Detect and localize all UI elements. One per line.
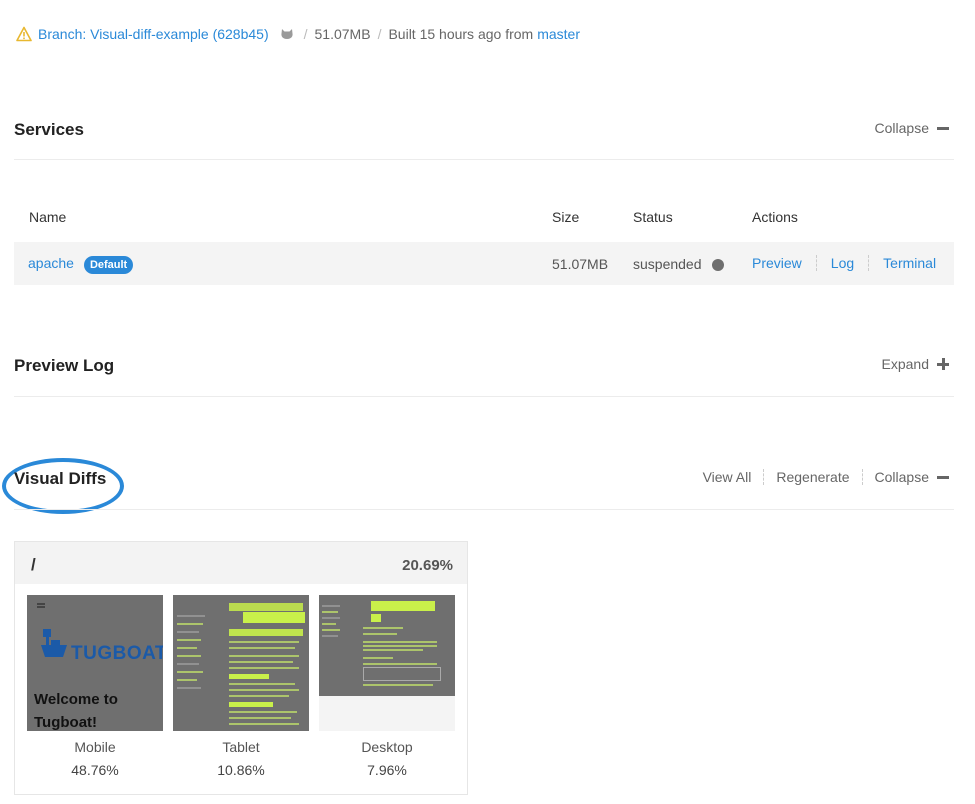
action-separator: [815, 255, 817, 271]
diff-highlight: [243, 612, 305, 623]
services-collapse-button[interactable]: Collapse: [875, 120, 949, 136]
collapse-label: Collapse: [874, 120, 929, 136]
tablet-sidebar: [175, 601, 209, 727]
services-title: Services: [14, 120, 84, 139]
diff-highlight: [229, 629, 303, 636]
built-branch-link[interactable]: master: [537, 26, 580, 42]
card-header: [15, 542, 467, 584]
minus-icon: [937, 126, 949, 130]
service-size: 51.07MB: [552, 256, 609, 272]
action-separator: [868, 255, 870, 271]
meta-separator: /: [377, 26, 382, 42]
service-status: suspended: [633, 256, 702, 272]
mobile-percentage: 48.76%: [71, 762, 119, 778]
divider: [14, 509, 954, 510]
view-all-button[interactable]: View All: [703, 469, 752, 485]
built-text: Built 15 hours ago from: [388, 26, 534, 42]
service-actions: Preview Log Terminal: [752, 255, 936, 271]
status-dot-icon: [711, 259, 724, 272]
log-action-link[interactable]: Log: [831, 255, 854, 271]
service-status-cell: suspended: [633, 256, 724, 272]
tablet-percentage: 10.86%: [217, 762, 265, 778]
diff-total-percentage: 20.69%: [402, 557, 453, 574]
regenerate-button[interactable]: Regenerate: [776, 469, 849, 485]
service-name-cell: apache Default: [28, 255, 134, 274]
diff-highlight: [229, 603, 303, 611]
plus-icon: [937, 358, 949, 370]
default-badge: Default: [83, 256, 134, 274]
preview-log-title: Preview Log: [14, 356, 115, 375]
column-header-status: Status: [633, 209, 673, 225]
diff-highlight: [371, 601, 435, 611]
desktop-thumbnail-padding: [319, 696, 455, 731]
diff-highlight: [229, 702, 273, 707]
desktop-percentage: 7.96%: [367, 762, 407, 778]
divider: [14, 159, 954, 160]
column-header-actions: Actions: [752, 209, 798, 225]
tablet-label: Tablet: [222, 739, 260, 755]
mobile-label: Mobile: [74, 739, 116, 755]
build-meta-bar: Branch: Visual-diff-example (628b45) / 5…: [16, 24, 580, 44]
code-block: [363, 667, 441, 681]
visual-diffs-title: Visual Diffs: [14, 469, 107, 488]
control-separator: [763, 469, 765, 485]
visual-diffs-controls: View All Regenerate Collapse: [703, 469, 949, 485]
diff-highlight: [229, 674, 269, 679]
logo-text: TUGBOAT: [71, 643, 163, 664]
divider: [14, 396, 954, 397]
desktop-diff-thumbnail[interactable]: [319, 595, 455, 696]
service-name-link[interactable]: apache: [28, 255, 74, 271]
preview-action-link[interactable]: Preview: [752, 255, 802, 271]
visual-diff-card[interactable]: / 20.69% TUGBOAT Welcome to Tugboat! Mob…: [14, 541, 468, 795]
branch-link[interactable]: Branch: Visual-diff-example (628b45): [38, 26, 269, 42]
preview-log-expand-button[interactable]: Expand: [882, 356, 949, 372]
diff-highlight: [371, 614, 381, 622]
minus-icon: [937, 475, 949, 479]
tablet-diff-thumbnail[interactable]: [173, 595, 309, 731]
expand-label: Expand: [881, 356, 929, 372]
build-size: 51.07MB: [314, 26, 371, 42]
mobile-diff-thumbnail[interactable]: TUGBOAT Welcome to Tugboat!: [27, 595, 163, 731]
meta-separator: /: [303, 26, 308, 42]
diff-path: /: [31, 555, 36, 574]
terminal-action-link[interactable]: Terminal: [883, 255, 936, 271]
visual-diffs-collapse-button[interactable]: Collapse: [875, 469, 949, 485]
column-header-name: Name: [29, 209, 67, 225]
github-icon[interactable]: [279, 27, 295, 41]
column-header-size: Size: [552, 209, 580, 225]
desktop-label: Desktop: [361, 739, 413, 755]
menu-icon: [37, 603, 45, 605]
control-separator: [861, 469, 863, 485]
warning-icon: [16, 26, 32, 42]
collapse-label: Collapse: [874, 469, 929, 485]
mobile-heading: Welcome to Tugboat!: [34, 691, 118, 731]
